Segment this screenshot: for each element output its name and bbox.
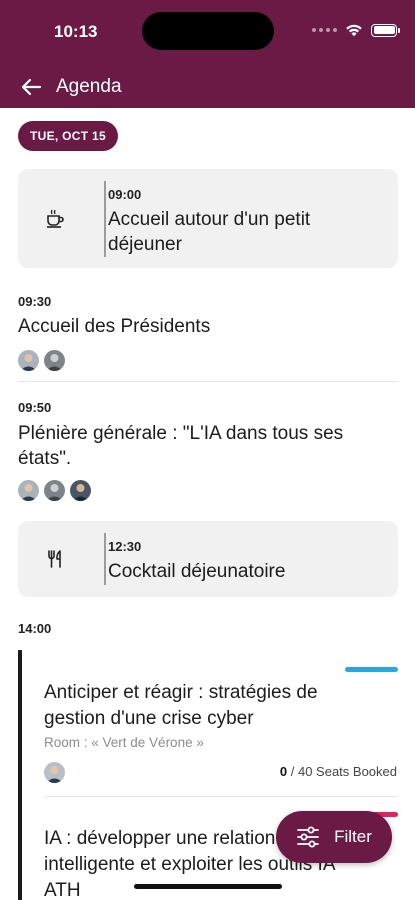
- speaker-avatars: [18, 480, 91, 501]
- battery-icon: [371, 23, 400, 37]
- card-divider: [104, 181, 106, 257]
- seats-booked-label: / 40 Seats Booked: [287, 764, 397, 779]
- speaker-avatars: [44, 762, 65, 783]
- session-time: 09:30: [18, 294, 52, 309]
- signal-icon: [312, 28, 337, 32]
- avatar[interactable]: [18, 350, 39, 371]
- session-time: 09:50: [18, 400, 52, 415]
- session-title[interactable]: Plénière générale : "L'IA dans tous ses …: [18, 421, 388, 471]
- filter-label: Filter: [334, 827, 372, 846]
- coffee-cup-icon: [36, 199, 74, 237]
- home-indicator[interactable]: [134, 884, 282, 889]
- app-header: 10:13 Agenda: [0, 0, 415, 108]
- status-time: 10:13: [54, 22, 98, 41]
- break-card-breakfast[interactable]: 09:00 Accueil autour d'un petit déjeuner: [18, 169, 398, 268]
- dynamic-island: [142, 12, 274, 50]
- session-time: 14:00: [18, 621, 52, 636]
- session-title[interactable]: Accueil des Présidents: [18, 314, 388, 339]
- card-divider: [104, 533, 106, 585]
- sliders-icon: [297, 826, 320, 848]
- date-chip[interactable]: TUE, OCT 15: [18, 121, 118, 151]
- avatar[interactable]: [44, 762, 65, 783]
- track-session-title[interactable]: Anticiper et réagir : stratégies de gest…: [44, 680, 364, 732]
- break-time: 12:30: [108, 539, 142, 554]
- avatar[interactable]: [70, 480, 91, 501]
- page-title: Agenda: [56, 76, 122, 97]
- break-title: Cocktail déjeunatoire: [108, 561, 286, 582]
- avatar[interactable]: [44, 480, 65, 501]
- nav-bar: Agenda: [0, 70, 415, 104]
- filter-button[interactable]: Filter: [276, 811, 392, 863]
- fork-knife-icon: [36, 540, 74, 578]
- track-group-bar: [18, 650, 22, 900]
- speaker-avatars: [18, 350, 65, 371]
- divider: [44, 796, 398, 797]
- break-title: Accueil autour d'un petit déjeuner: [108, 209, 311, 255]
- break-time: 09:00: [108, 187, 142, 202]
- avatar[interactable]: [18, 480, 39, 501]
- seats-booked: 0 / 40 Seats Booked: [280, 764, 397, 779]
- divider: [18, 381, 398, 382]
- back-arrow-icon[interactable]: [18, 74, 44, 100]
- room-label: Room : « Vert de Vérone »: [44, 735, 204, 750]
- status-icons: [312, 23, 400, 37]
- track-color-tag: [345, 667, 398, 672]
- break-card-lunch[interactable]: 12:30 Cocktail déjeunatoire: [18, 521, 398, 597]
- avatar[interactable]: [44, 350, 65, 371]
- wifi-icon: [346, 24, 362, 37]
